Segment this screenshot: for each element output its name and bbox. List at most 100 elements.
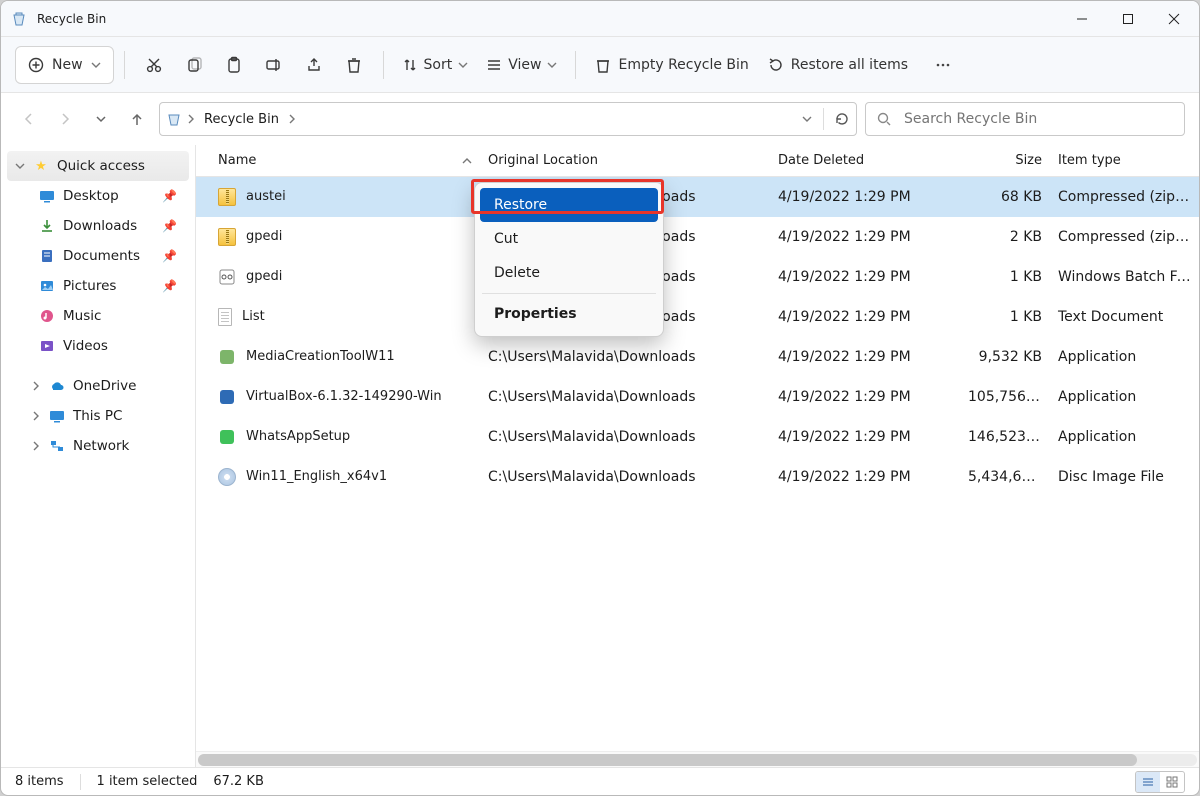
- videos-icon: [39, 338, 55, 354]
- status-selection-size: 67.2 KB: [213, 774, 264, 789]
- ellipsis-icon: [934, 56, 952, 74]
- share-button[interactable]: [295, 46, 333, 84]
- cell-date: 4/19/2022 1:29 PM: [770, 469, 960, 485]
- view-button[interactable]: View: [478, 46, 565, 84]
- paste-button[interactable]: [215, 46, 253, 84]
- view-thumbnails-button[interactable]: [1160, 772, 1184, 792]
- sidebar-item-label: Desktop: [63, 188, 119, 204]
- view-details-button[interactable]: [1136, 772, 1160, 792]
- sidebar-root-this-pc[interactable]: This PC: [7, 401, 189, 431]
- sidebar-item-label: Documents: [63, 248, 140, 264]
- cell-name: MediaCreationToolW11: [210, 348, 480, 366]
- cell-orig: C:\Users\Malavida\Downloads: [480, 389, 770, 405]
- pin-icon: 📌: [162, 189, 177, 203]
- sidebar-root-network[interactable]: Network: [7, 431, 189, 461]
- col-item-type[interactable]: Item type: [1050, 153, 1199, 168]
- cell-orig: C:\Users\Malavida\Downloads: [480, 429, 770, 445]
- chevron-down-icon: [91, 60, 101, 70]
- network-icon: [49, 438, 65, 454]
- col-date-deleted[interactable]: Date Deleted: [770, 153, 960, 168]
- col-original-location[interactable]: Original Location: [480, 153, 770, 168]
- cut-button[interactable]: [135, 46, 173, 84]
- col-name[interactable]: Name: [210, 153, 480, 168]
- cell-size: 2 KB: [960, 229, 1050, 245]
- breadcrumb-label: Recycle Bin: [204, 112, 279, 127]
- empty-recycle-bin-button[interactable]: Empty Recycle Bin: [586, 46, 756, 84]
- rename-button[interactable]: [255, 46, 293, 84]
- view-label: View: [508, 57, 541, 73]
- context-menu-popup: RestoreCutDelete Properties: [474, 182, 664, 337]
- cell-size: 146,523 KB: [960, 429, 1050, 445]
- new-button[interactable]: New: [15, 46, 114, 84]
- close-button[interactable]: [1151, 1, 1197, 37]
- file-row[interactable]: Win11_English_x64v1C:\Users\Malavida\Dow…: [196, 457, 1199, 497]
- breadcrumb-segment[interactable]: Recycle Bin: [200, 110, 283, 129]
- ctx-cut[interactable]: Cut: [480, 222, 658, 256]
- file-row[interactable]: austeiC:\Users\Malavida\Downloads4/19/20…: [196, 177, 1199, 217]
- sidebar-item-pictures[interactable]: Pictures📌: [7, 271, 189, 301]
- forward-button[interactable]: [51, 105, 79, 133]
- cell-type: Compressed (zipp…: [1050, 229, 1199, 245]
- sidebar-item-desktop[interactable]: Desktop 📌: [7, 181, 189, 211]
- refresh-icon[interactable]: [834, 111, 850, 127]
- ctx-delete[interactable]: Delete: [480, 256, 658, 290]
- plus-circle-icon: [28, 57, 44, 73]
- sidebar-item-downloads[interactable]: Downloads 📌: [7, 211, 189, 241]
- ctx-restore[interactable]: Restore: [480, 188, 658, 222]
- application-icon: [218, 428, 236, 446]
- recycle-bin-icon: [11, 11, 27, 27]
- address-bar[interactable]: Recycle Bin: [159, 102, 857, 136]
- sidebar-item-label: Downloads: [63, 218, 137, 234]
- file-name: Win11_English_x64v1: [246, 469, 387, 484]
- chevron-down-icon[interactable]: [801, 113, 813, 125]
- downloads-icon: [39, 218, 55, 234]
- horizontal-scrollbar[interactable]: [196, 751, 1199, 767]
- sidebar-quick-access[interactable]: ★ Quick access: [7, 151, 189, 181]
- delete-button[interactable]: [335, 46, 373, 84]
- nav-row: Recycle Bin: [1, 93, 1199, 145]
- sort-button[interactable]: Sort: [394, 46, 477, 84]
- cell-name: VirtualBox-6.1.32-149290-Win: [210, 388, 480, 406]
- file-row[interactable]: gpediC:\Users\Malavida\Downloads4/19/202…: [196, 217, 1199, 257]
- onedrive-icon: [49, 378, 65, 394]
- file-row[interactable]: MediaCreationToolW11C:\Users\Malavida\Do…: [196, 337, 1199, 377]
- cell-size: 1 KB: [960, 269, 1050, 285]
- recent-button[interactable]: [87, 105, 115, 133]
- file-row[interactable]: gpediC:\Users\Malavida\Downloads4/19/202…: [196, 257, 1199, 297]
- up-button[interactable]: [123, 105, 151, 133]
- main-area: ★ Quick access Desktop 📌 Downloads 📌 Documen…: [1, 145, 1199, 767]
- scrollbar-thumb[interactable]: [198, 754, 1137, 766]
- text-icon: [218, 308, 232, 326]
- restore-all-button[interactable]: Restore all items: [759, 46, 916, 84]
- scissors-icon: [145, 56, 163, 74]
- copy-button[interactable]: [175, 46, 213, 84]
- more-button[interactable]: [924, 46, 962, 84]
- sidebar-root-onedrive[interactable]: OneDrive: [7, 371, 189, 401]
- sidebar-item-videos[interactable]: Videos: [7, 331, 189, 361]
- ctx-properties[interactable]: Properties: [480, 297, 658, 331]
- minimize-button[interactable]: [1059, 1, 1105, 37]
- empty-label: Empty Recycle Bin: [618, 57, 748, 73]
- sidebar-item-music[interactable]: Music: [7, 301, 189, 331]
- col-size[interactable]: Size: [960, 153, 1050, 168]
- sidebar-item-label: Music: [63, 308, 101, 324]
- restore-icon: [767, 56, 785, 74]
- cell-type: Text Document: [1050, 309, 1199, 325]
- trash-icon: [345, 56, 363, 74]
- toolbar: New Sort View Empty Recycle Bin Restore …: [1, 37, 1199, 93]
- back-button[interactable]: [15, 105, 43, 133]
- chevron-right-icon: [186, 114, 196, 124]
- search-input[interactable]: [902, 110, 1174, 128]
- maximize-button[interactable]: [1105, 1, 1151, 37]
- search-box[interactable]: [865, 102, 1185, 136]
- file-row[interactable]: WhatsAppSetupC:\Users\Malavida\Downloads…: [196, 417, 1199, 457]
- menu-separator: [482, 293, 656, 294]
- file-row[interactable]: VirtualBox-6.1.32-149290-WinC:\Users\Mal…: [196, 377, 1199, 417]
- cell-name: WhatsAppSetup: [210, 428, 480, 446]
- restore-all-label: Restore all items: [791, 57, 908, 73]
- cell-date: 4/19/2022 1:29 PM: [770, 309, 960, 325]
- file-name: MediaCreationToolW11: [246, 349, 395, 364]
- file-row[interactable]: ListC:\Users\Malavida\Downloads4/19/2022…: [196, 297, 1199, 337]
- sidebar-item-documents[interactable]: Documents📌: [7, 241, 189, 271]
- pin-icon: 📌: [162, 219, 177, 233]
